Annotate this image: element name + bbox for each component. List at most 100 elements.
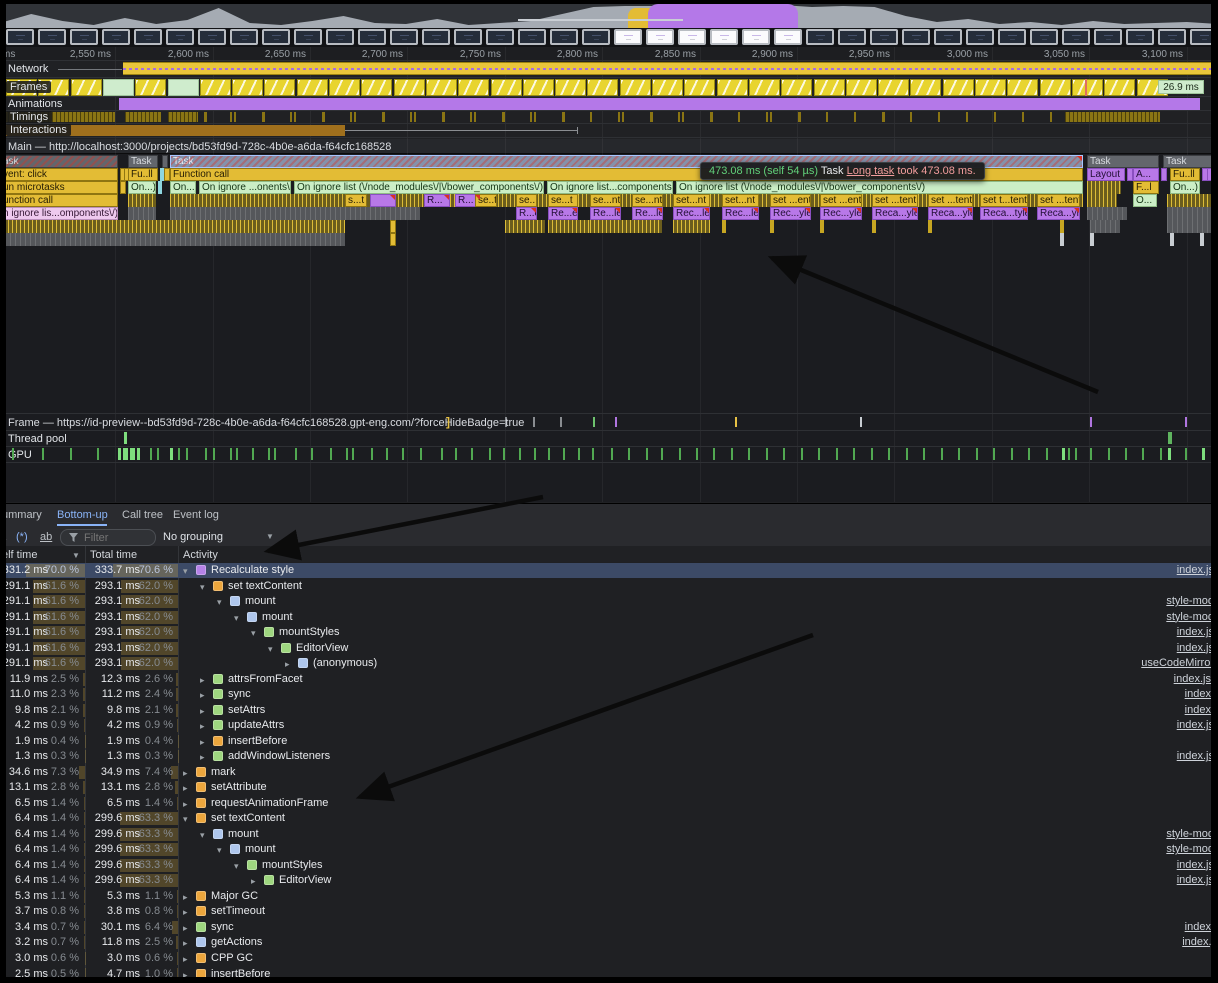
flame-entry[interactable]: set...nt xyxy=(722,194,759,207)
flame-entry[interactable]: se...t xyxy=(548,194,578,207)
table-row[interactable]: 3.7 ms0.8 %3.8 ms0.8 %▸setTimeout xyxy=(0,904,1218,919)
flame-entry[interactable]: se...nt xyxy=(590,194,621,207)
collapse-arrow-icon[interactable]: ▾ xyxy=(183,566,188,577)
filmstrip-thumbnail[interactable] xyxy=(582,29,610,45)
flame-entry[interactable] xyxy=(1161,168,1167,181)
flame-entry[interactable]: R... xyxy=(424,194,450,207)
flame-entry[interactable]: Rec...le xyxy=(722,207,759,220)
frame-tile[interactable] xyxy=(846,79,877,96)
flame-entry[interactable]: On ignore list (\/node_modules\/|\/bower… xyxy=(676,181,1083,194)
frame-tile[interactable] xyxy=(232,79,263,96)
flame-entry[interactable]: Layout xyxy=(1087,168,1125,181)
flame-entry[interactable] xyxy=(370,194,396,207)
table-row[interactable]: 11.9 ms2.5 %12.3 ms2.6 %▸attrsFromFaceti… xyxy=(0,672,1218,687)
collapse-arrow-icon[interactable]: ▾ xyxy=(251,628,256,639)
filmstrip-thumbnail[interactable] xyxy=(486,29,514,45)
frame-tile[interactable] xyxy=(943,79,974,96)
table-row[interactable]: 3.4 ms0.7 %30.1 ms6.4 %▸syncindex. xyxy=(0,920,1218,935)
expand-arrow-icon[interactable]: ▸ xyxy=(200,752,205,763)
frame-tile[interactable] xyxy=(394,79,425,96)
flame-entry[interactable] xyxy=(770,220,774,233)
table-row[interactable]: 291.1 ms61.6 %293.1 ms62.0 %▾mountStyles… xyxy=(0,625,1218,640)
regex-icon[interactable]: (*) xyxy=(16,531,28,543)
filmstrip-thumbnail[interactable] xyxy=(1030,29,1058,45)
flame-entry[interactable]: Re...le xyxy=(632,207,663,220)
flame-entry[interactable]: On...) xyxy=(1170,181,1200,194)
flame-entry[interactable] xyxy=(390,220,396,233)
filmstrip-thumbnail[interactable] xyxy=(646,29,674,45)
flame-entry[interactable] xyxy=(1060,220,1064,233)
source-link[interactable]: useCodeMirror xyxy=(1141,657,1214,669)
source-link[interactable]: style-mod xyxy=(1166,843,1214,855)
frame-tile[interactable] xyxy=(910,79,941,96)
tab-event-log[interactable]: Event log xyxy=(173,509,219,521)
source-link[interactable]: style-mod xyxy=(1166,595,1214,607)
flame-entry[interactable]: On...) xyxy=(128,181,156,194)
filmstrip-thumbnail[interactable] xyxy=(102,29,130,45)
filmstrip-thumbnail[interactable] xyxy=(998,29,1026,45)
expand-arrow-icon[interactable]: ▸ xyxy=(183,799,188,810)
frame-tile[interactable] xyxy=(684,79,715,96)
flame-entry[interactable]: Reca...yle xyxy=(872,207,918,220)
collapse-arrow-icon[interactable]: ▾ xyxy=(217,597,222,608)
frame-tile[interactable] xyxy=(71,79,102,96)
frame-tile[interactable] xyxy=(1040,79,1071,96)
flame-entry[interactable] xyxy=(1090,233,1094,246)
tab-bottom-up[interactable]: Bottom-up xyxy=(57,509,108,521)
frame-tile[interactable] xyxy=(200,79,231,96)
grouping-caret-icon[interactable]: ▼ xyxy=(266,532,274,541)
expand-arrow-icon[interactable]: ▸ xyxy=(200,675,205,686)
frame-tile[interactable] xyxy=(749,79,780,96)
flame-entry[interactable] xyxy=(1200,233,1204,246)
frame-tile[interactable] xyxy=(620,79,651,96)
filmstrip-thumbnail[interactable] xyxy=(38,29,66,45)
filmstrip-thumbnail[interactable] xyxy=(1062,29,1090,45)
expand-arrow-icon[interactable]: ▸ xyxy=(183,783,188,794)
table-row[interactable]: 291.1 ms61.6 %293.1 ms62.0 %▾mountstyle-… xyxy=(0,610,1218,625)
flame-entry[interactable]: set ...tent xyxy=(1037,194,1080,207)
expand-arrow-icon[interactable]: ▸ xyxy=(200,706,205,717)
flame-entry[interactable]: Reca...tyle xyxy=(980,207,1028,220)
collapse-arrow-icon[interactable]: ▾ xyxy=(183,814,188,825)
flame-entry[interactable]: set...nt xyxy=(673,194,710,207)
flame-entry[interactable]: Task xyxy=(128,155,158,168)
frame-tile[interactable] xyxy=(329,79,360,96)
cpu-overview-chart[interactable] xyxy=(0,0,1218,28)
source-link[interactable]: style-mod xyxy=(1166,828,1214,840)
flame-entry[interactable] xyxy=(158,181,162,194)
source-link[interactable]: index.js xyxy=(1177,642,1214,654)
collapse-arrow-icon[interactable]: ▾ xyxy=(234,613,239,624)
filmstrip-thumbnail[interactable] xyxy=(934,29,962,45)
frame-tile[interactable] xyxy=(103,79,134,96)
table-row[interactable]: 1.3 ms0.3 %1.3 ms0.3 %▸addWindowListener… xyxy=(0,749,1218,764)
table-row[interactable]: 6.4 ms1.4 %299.6 ms63.3 %▸EditorViewinde… xyxy=(0,873,1218,888)
table-row[interactable]: 291.1 ms61.6 %293.1 ms62.0 %▾mountstyle-… xyxy=(0,594,1218,609)
filmstrip-thumbnail[interactable] xyxy=(134,29,162,45)
flame-entry[interactable]: Re...le xyxy=(590,207,621,220)
expand-arrow-icon[interactable]: ▸ xyxy=(183,768,188,779)
collapse-arrow-icon[interactable]: ▾ xyxy=(200,830,205,841)
table-row[interactable]: 3.0 ms0.6 %3.0 ms0.6 %▸CPP GC xyxy=(0,951,1218,966)
expand-arrow-icon[interactable]: ▸ xyxy=(183,954,188,965)
filmstrip-thumbnail[interactable] xyxy=(262,29,290,45)
filmstrip-thumbnail[interactable] xyxy=(70,29,98,45)
flame-entry[interactable] xyxy=(162,155,168,168)
expand-arrow-icon[interactable]: ▸ xyxy=(183,938,188,949)
source-link[interactable]: style-mod xyxy=(1166,611,1214,623)
filmstrip-thumbnail[interactable] xyxy=(1158,29,1186,45)
flame-entry[interactable]: Rec...le xyxy=(673,207,710,220)
activity-header[interactable]: Activity xyxy=(183,549,218,561)
animations-bar[interactable] xyxy=(119,98,1200,110)
frame-tile[interactable] xyxy=(814,79,845,96)
source-link[interactable]: index.j xyxy=(1182,936,1214,948)
table-row[interactable]: 11.0 ms2.3 %11.2 ms2.4 %▸syncindex. xyxy=(0,687,1218,702)
flame-entry[interactable]: On...) xyxy=(170,181,196,194)
filmstrip-thumbnail[interactable] xyxy=(518,29,546,45)
flame-entry[interactable]: unction call xyxy=(0,194,118,207)
flame-entry[interactable]: Reca...yle xyxy=(1037,207,1080,220)
table-row[interactable]: 13.1 ms2.8 %13.1 ms2.8 %▸setAttribute xyxy=(0,780,1218,795)
flame-entry[interactable]: vent: click xyxy=(0,168,118,181)
source-link[interactable]: index. xyxy=(1185,704,1214,716)
flame-entry[interactable] xyxy=(872,220,876,233)
frame-tile[interactable] xyxy=(781,79,812,96)
